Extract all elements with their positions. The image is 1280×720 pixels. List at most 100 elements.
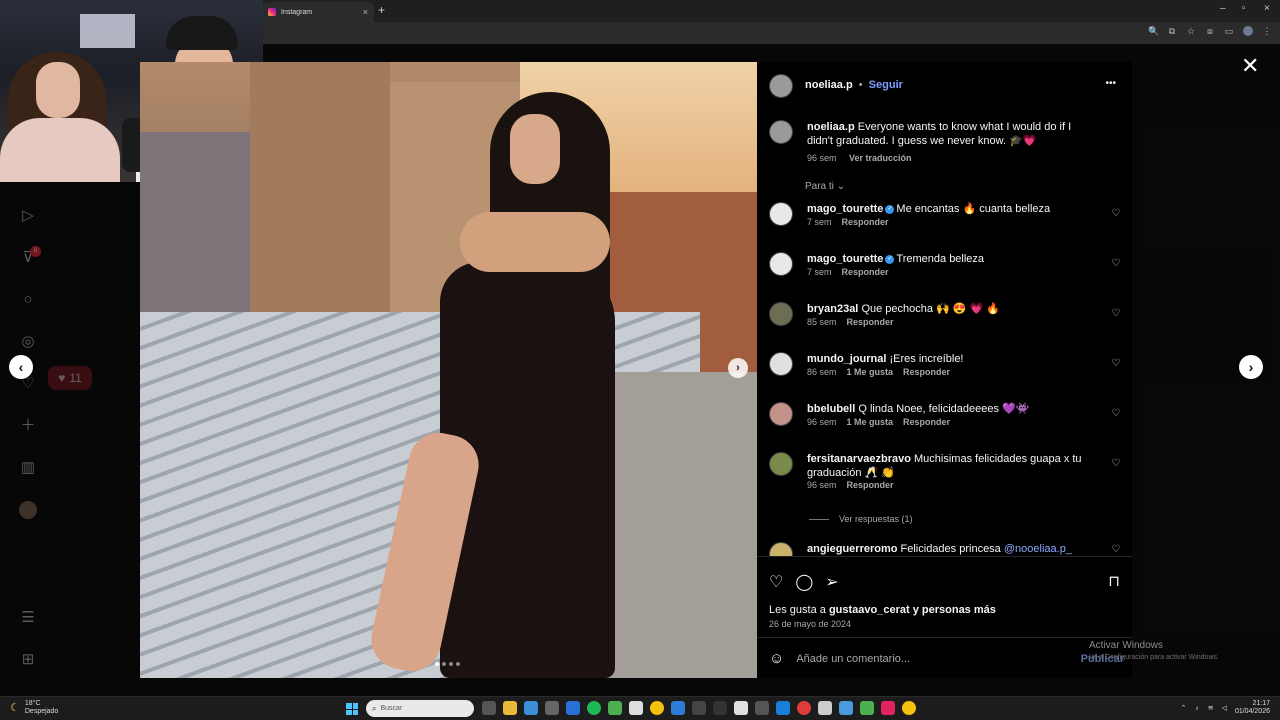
- comment-time: 86 sem: [807, 367, 837, 377]
- split-view-icon[interactable]: ▭: [1224, 26, 1234, 37]
- liked-by-user[interactable]: gustaavo_cerat: [829, 604, 910, 616]
- mic-icon[interactable]: ♁: [1194, 705, 1199, 712]
- comment-username[interactable]: mundo_journal: [807, 353, 886, 365]
- reply-button[interactable]: Responder: [842, 217, 889, 227]
- app-icon[interactable]: [881, 701, 895, 715]
- reply-button[interactable]: Responder: [903, 417, 950, 427]
- task-view-icon[interactable]: [482, 701, 496, 715]
- comment-avatar[interactable]: [769, 302, 793, 326]
- comment-time: 7 sem: [807, 267, 832, 277]
- comment-username[interactable]: fersitanarvaezbravo: [807, 453, 911, 465]
- window-close-button[interactable]: ×: [1264, 3, 1270, 14]
- more-options-icon[interactable]: •••: [1105, 78, 1116, 89]
- bookmark-star-icon[interactable]: ☆: [1186, 26, 1196, 37]
- emoji-icon[interactable]: ☺: [769, 650, 784, 667]
- new-tab-button[interactable]: +: [378, 3, 385, 17]
- comment-like-icon[interactable]: ♡: [1110, 358, 1122, 370]
- maximize-button[interactable]: ▫: [1242, 3, 1246, 14]
- comment-input-row: ☺ Añade un comentario... Publicar: [769, 650, 1124, 667]
- app-icon[interactable]: [545, 701, 559, 715]
- comment-avatar[interactable]: [769, 352, 793, 376]
- reply-button[interactable]: Responder: [847, 480, 894, 490]
- comment-avatar[interactable]: [769, 252, 793, 276]
- taskbar-search[interactable]: ⌕ Buscar: [366, 700, 474, 717]
- tab-instagram[interactable]: Instagram ×: [262, 2, 374, 22]
- tab-close-icon[interactable]: ×: [363, 7, 368, 17]
- windows-taskbar: ☾ 18°C Despejado ⌕ Buscar ⌃ ♁ ≋ ◁ 21:17 …: [0, 696, 1280, 720]
- comment-avatar[interactable]: [769, 202, 793, 226]
- app-icon[interactable]: [734, 701, 748, 715]
- file-explorer-icon[interactable]: [503, 701, 517, 715]
- edge-icon[interactable]: [776, 701, 790, 715]
- comment-avatar[interactable]: [769, 542, 793, 556]
- app-icon[interactable]: [755, 701, 769, 715]
- comment-icon[interactable]: ◯: [795, 572, 813, 592]
- comment-like-icon[interactable]: ♡: [1110, 258, 1122, 270]
- comment-like-icon[interactable]: ♡: [1110, 408, 1122, 420]
- browser-menu-icon[interactable]: ⋮: [1262, 26, 1272, 37]
- spotify-icon[interactable]: [587, 701, 601, 715]
- like-icon[interactable]: ♡: [769, 572, 783, 592]
- tray-chevron-icon[interactable]: ⌃: [1181, 704, 1187, 712]
- clock[interactable]: 21:17 01/04/2026: [1235, 700, 1270, 716]
- previous-post-icon[interactable]: ‹: [9, 355, 33, 379]
- carousel-next-icon[interactable]: ›: [728, 358, 748, 378]
- weather-widget[interactable]: ☾ 18°C Despejado: [10, 700, 58, 716]
- caption-username[interactable]: noeliaa.p: [807, 121, 855, 133]
- app-icon[interactable]: [629, 701, 643, 715]
- app-icon[interactable]: [860, 701, 874, 715]
- app-icon[interactable]: [671, 701, 685, 715]
- volume-icon[interactable]: ◁: [1222, 704, 1227, 712]
- comment-username[interactable]: mago_tourette: [807, 253, 883, 265]
- app-icon[interactable]: [608, 701, 622, 715]
- comment-like-icon[interactable]: ♡: [1110, 458, 1122, 470]
- app-icon[interactable]: [713, 701, 727, 715]
- app-icon[interactable]: [566, 701, 580, 715]
- reply-button[interactable]: Responder: [903, 367, 950, 377]
- reply-button[interactable]: Responder: [842, 267, 889, 277]
- comment-filter[interactable]: Para ti ⌄: [805, 181, 1180, 192]
- comment-text: Que pechocha 🙌 😍 💗 🔥: [861, 303, 1001, 315]
- wifi-icon[interactable]: ≋: [1208, 704, 1214, 712]
- start-button[interactable]: [346, 703, 358, 715]
- comment-like-icon[interactable]: ♡: [1110, 208, 1122, 220]
- author-avatar[interactable]: [769, 74, 793, 98]
- comment-avatar[interactable]: [769, 452, 793, 476]
- comment-username[interactable]: angieguerreromo: [807, 543, 897, 555]
- extensions-icon[interactable]: ⧈: [1205, 26, 1215, 37]
- author-username[interactable]: noeliaa.p: [805, 79, 853, 91]
- comment-likes[interactable]: 1 Me gusta: [847, 417, 894, 427]
- follow-button[interactable]: Seguir: [869, 79, 903, 91]
- app-icon[interactable]: [524, 701, 538, 715]
- comment-input[interactable]: Añade un comentario...: [796, 653, 910, 665]
- post-side-panel: noeliaa.p • Seguir ••• noeliaa.p Everyon…: [757, 62, 1132, 678]
- caption-avatar[interactable]: [769, 120, 793, 144]
- share-icon[interactable]: ➢: [825, 572, 838, 592]
- comment-like-icon[interactable]: ♡: [1110, 544, 1122, 556]
- profile-avatar[interactable]: [1243, 26, 1253, 36]
- close-modal-icon[interactable]: ✕: [1241, 53, 1259, 79]
- comment-username[interactable]: bryan23al: [807, 303, 858, 315]
- app-icon[interactable]: [818, 701, 832, 715]
- app-icon[interactable]: [839, 701, 853, 715]
- save-icon[interactable]: ⊓: [1108, 572, 1120, 590]
- comment-avatar[interactable]: [769, 402, 793, 426]
- minimize-button[interactable]: –: [1220, 3, 1226, 14]
- comment-username[interactable]: bbelubell: [807, 403, 855, 415]
- comment-likes[interactable]: 1 Me gusta: [847, 367, 894, 377]
- next-post-icon[interactable]: ›: [1239, 355, 1263, 379]
- translate-link[interactable]: Ver traducción: [849, 153, 912, 163]
- chrome-icon[interactable]: [650, 701, 664, 715]
- zoom-icon[interactable]: 🔍: [1148, 26, 1159, 37]
- likes-summary[interactable]: Les gusta a gustaavo_cerat y personas má…: [769, 604, 996, 616]
- comment-username[interactable]: mago_tourette: [807, 203, 883, 215]
- view-replies-button[interactable]: Ver respuestas (1): [809, 514, 1184, 524]
- chrome-icon[interactable]: [902, 701, 916, 715]
- app-icon[interactable]: [692, 701, 706, 715]
- cast-icon[interactable]: ⧉: [1167, 26, 1177, 37]
- app-icon[interactable]: [797, 701, 811, 715]
- reply-button[interactable]: Responder: [847, 317, 894, 327]
- post-photo[interactable]: [140, 62, 757, 678]
- comment-mention[interactable]: @nooeliaa.p_: [1004, 543, 1072, 555]
- comment-like-icon[interactable]: ♡: [1110, 308, 1122, 320]
